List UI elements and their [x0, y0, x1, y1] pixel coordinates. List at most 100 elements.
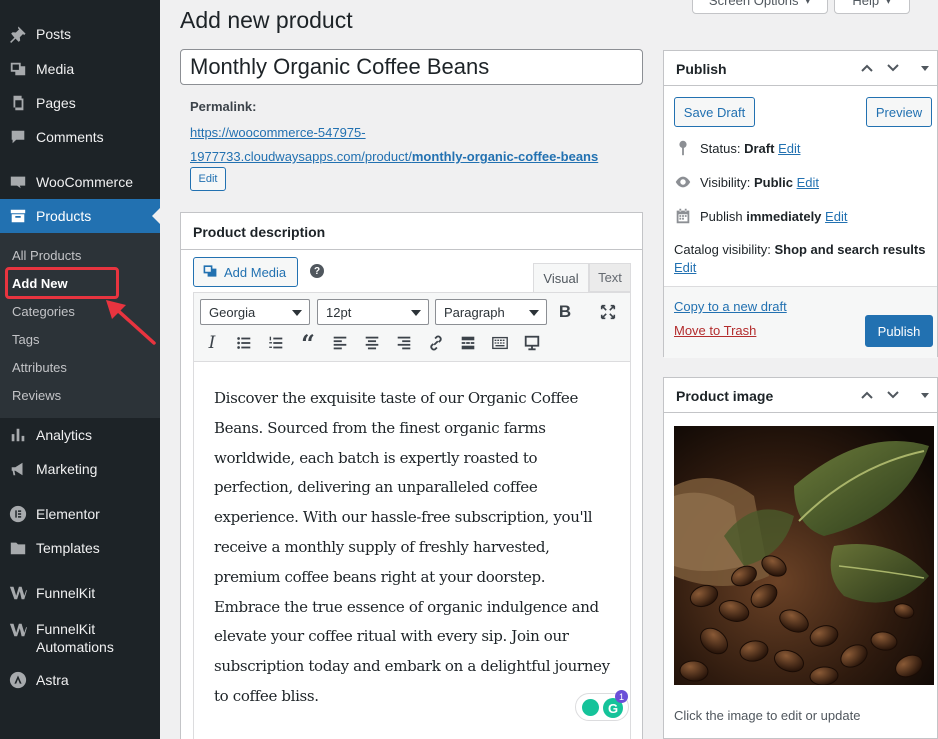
publish-value: immediately	[746, 208, 822, 224]
catalog-edit-link[interactable]: Edit	[674, 260, 696, 275]
preview-button[interactable]: Preview	[866, 97, 932, 127]
sidebar-item-comments[interactable]: Comments	[0, 120, 160, 154]
permalink-link[interactable]: https://woocommerce-547975- 1977733.cloud…	[190, 121, 610, 169]
permalink-base-1: https://woocommerce-547975-	[190, 125, 366, 140]
sidebar-item-posts[interactable]: Posts	[0, 17, 160, 51]
chevron-down-icon[interactable]	[885, 387, 901, 403]
product-image-header: Product image	[664, 378, 937, 413]
comments-icon	[8, 127, 28, 147]
submenu-categories[interactable]: Categories	[12, 304, 75, 319]
italic-icon[interactable]: I	[200, 331, 224, 355]
align-right-icon[interactable]	[392, 331, 416, 355]
permalink-base-2: 1977733.cloudwaysapps.com/product/	[190, 149, 412, 164]
align-center-icon[interactable]	[360, 331, 384, 355]
grammarly-widget[interactable]: G 1	[575, 690, 629, 721]
calendar-icon	[674, 207, 692, 225]
permalink-edit-button[interactable]: Edit	[190, 167, 226, 191]
submenu-attributes[interactable]: Attributes	[12, 360, 67, 375]
sidebar-item-label: FunnelKit Automations	[36, 621, 114, 655]
submenu-all-products[interactable]: All Products	[12, 248, 81, 263]
sidebar-item-elementor[interactable]: Elementor	[0, 497, 160, 531]
page-title: Add new product	[180, 7, 353, 33]
font-size-select[interactable]: 12pt	[317, 299, 429, 325]
align-left-icon[interactable]	[328, 331, 352, 355]
tab-text[interactable]: Text	[589, 263, 631, 292]
toggle-panel-icon[interactable]	[917, 387, 933, 403]
status-row: Status: Draft Edit	[674, 139, 800, 157]
editor-toolbar: Georgia 12pt Paragraph B I “	[193, 292, 631, 362]
sidebar-item-media[interactable]: Media	[0, 52, 160, 86]
publish-box: Publish Save Draft Preview Status: Draft…	[663, 50, 938, 358]
chevron-up-icon[interactable]	[859, 387, 875, 403]
sidebar-item-funnelkit[interactable]: FunnelKit	[0, 576, 160, 610]
annotation-arrow	[106, 300, 156, 345]
sidebar-item-pages[interactable]: Pages	[0, 86, 160, 120]
fullscreen-icon[interactable]	[596, 300, 620, 324]
publish-button[interactable]: Publish	[865, 315, 933, 347]
status-edit-link[interactable]: Edit	[778, 141, 800, 156]
sidebar-item-woocommerce[interactable]: WooCommerce	[0, 165, 160, 199]
visibility-label: Visibility:	[700, 174, 751, 190]
catalog-visibility-row: Catalog visibility: Shop and search resu…	[674, 241, 934, 277]
product-image-title: Product image	[676, 388, 774, 404]
toggle-panel-icon[interactable]	[917, 60, 933, 76]
sidebar-item-label: Products	[36, 208, 92, 224]
font-family-select[interactable]: Georgia	[200, 299, 310, 325]
elementor-icon	[8, 504, 28, 524]
sidebar-item-products[interactable]: Products	[0, 199, 160, 233]
admin-sidebar: Posts Media Pages Comments WooCommerce P…	[0, 0, 160, 739]
screen-options-label: Screen Options	[708, 0, 799, 8]
publish-label: Publish	[700, 208, 743, 224]
chevron-down-icon[interactable]	[885, 60, 901, 76]
product-title-input[interactable]	[180, 49, 643, 85]
bullet-list-icon[interactable]	[232, 331, 256, 355]
sidebar-item-marketing[interactable]: Marketing	[0, 452, 160, 486]
product-image[interactable]	[674, 426, 934, 685]
media-icon	[8, 59, 28, 79]
funnelkit-icon	[8, 583, 28, 603]
pin-icon	[674, 139, 692, 157]
sidebar-item-label: FunnelKit	[36, 585, 96, 601]
numbered-list-icon[interactable]	[264, 331, 288, 355]
publish-edit-link[interactable]: Edit	[825, 209, 847, 224]
format-select[interactable]: Paragraph	[435, 299, 547, 325]
submenu-tags[interactable]: Tags	[12, 332, 39, 347]
permalink-label: Permalink:	[190, 99, 257, 114]
publish-box-header: Publish	[664, 51, 937, 86]
sidebar-item-label: Pages	[36, 95, 76, 111]
read-more-icon[interactable]	[456, 331, 480, 355]
link-icon[interactable]	[424, 331, 448, 355]
visibility-edit-link[interactable]: Edit	[797, 175, 819, 190]
caret-down-icon: ▾	[805, 0, 812, 8]
help-tab[interactable]: Help ▾	[834, 0, 910, 14]
blockquote-icon[interactable]: “	[296, 329, 320, 358]
toolbar-toggle-icon[interactable]	[488, 331, 512, 355]
chevron-up-icon[interactable]	[859, 60, 875, 76]
submenu-reviews[interactable]: Reviews	[12, 388, 61, 403]
preview-screen-icon[interactable]	[520, 331, 544, 355]
pages-icon	[8, 93, 28, 113]
save-draft-button[interactable]: Save Draft	[674, 97, 755, 127]
screen-options-tab[interactable]: Screen Options ▾	[692, 0, 828, 14]
product-description-box: Product description Add Media ? Visual T…	[180, 212, 643, 739]
sidebar-item-analytics[interactable]: Analytics	[0, 418, 160, 452]
help-icon[interactable]: ?	[310, 264, 324, 278]
plus-icon[interactable]	[582, 699, 599, 716]
sidebar-item-label: Astra	[36, 672, 69, 688]
sidebar-item-label: Analytics	[36, 427, 93, 443]
permalink-slug: monthly-organic-coffee-beans	[411, 149, 599, 164]
copy-to-draft-link[interactable]: Copy to a new draft	[674, 299, 787, 314]
eye-icon	[674, 173, 692, 191]
editor-content[interactable]: Discover the exquisite taste of our Orga…	[193, 362, 631, 739]
sidebar-item-label: Elementor	[36, 506, 100, 522]
move-to-trash-link[interactable]: Move to Trash	[674, 323, 756, 338]
tab-visual[interactable]: Visual	[533, 263, 589, 292]
sidebar-item-funnelkit-automations[interactable]: FunnelKit Automations	[0, 614, 160, 660]
sidebar-item-templates[interactable]: Templates	[0, 531, 160, 565]
bold-icon[interactable]: B	[553, 300, 577, 324]
catalog-label: Catalog visibility:	[674, 242, 771, 257]
description-header: Product description	[181, 213, 642, 250]
woocommerce-icon	[8, 172, 28, 192]
sidebar-item-astra[interactable]: Astra	[0, 663, 160, 697]
add-media-button[interactable]: Add Media	[193, 257, 298, 287]
